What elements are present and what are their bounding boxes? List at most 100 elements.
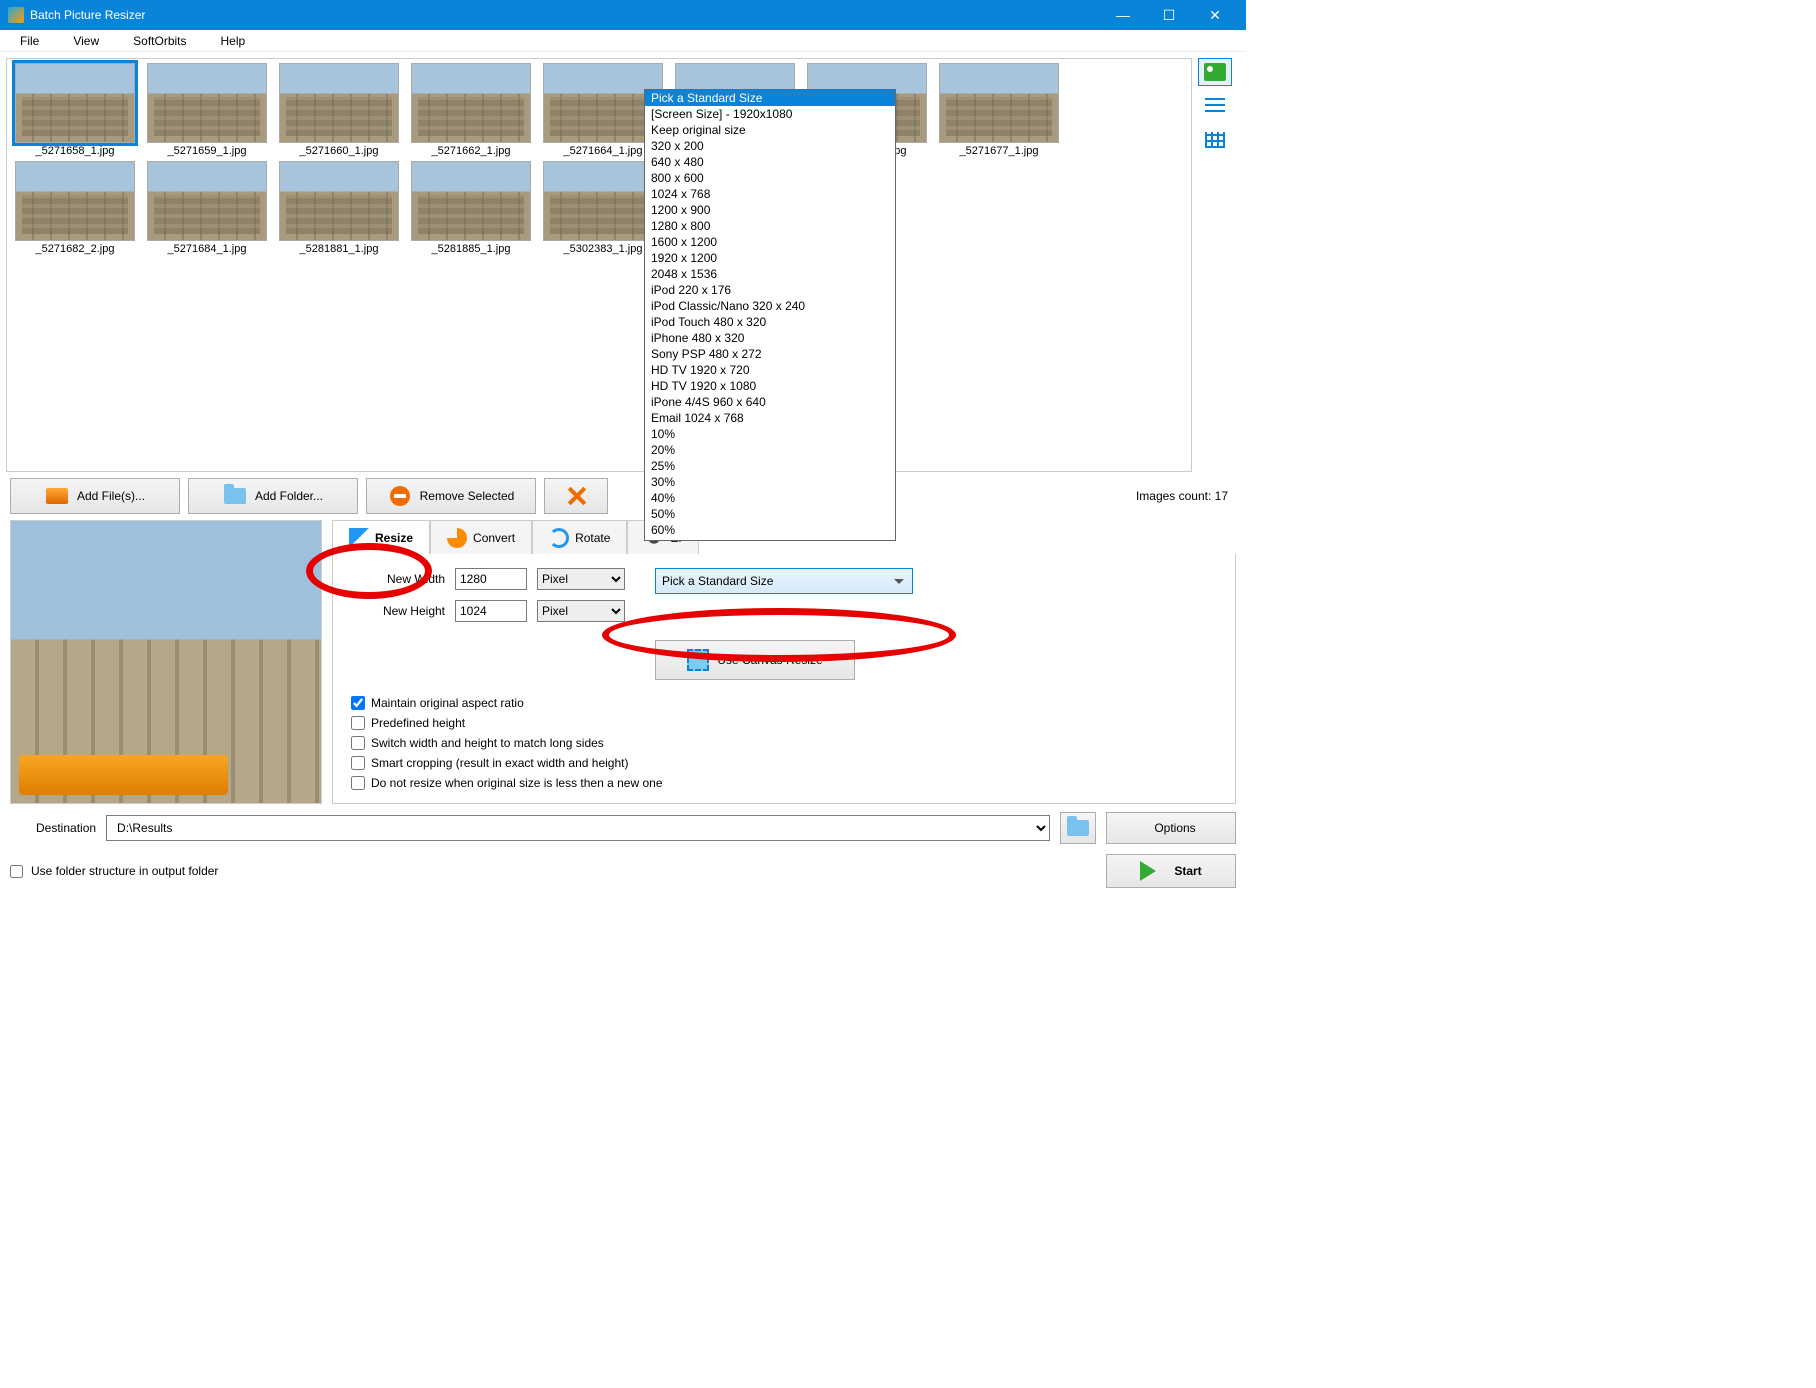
predefined-height-label: Predefined height — [371, 716, 465, 730]
standard-size-option[interactable]: 40% — [645, 490, 895, 506]
add-folder-button[interactable]: Add Folder... — [188, 478, 358, 514]
minimize-button[interactable]: — — [1100, 0, 1146, 30]
switch-dimensions-checkbox[interactable] — [351, 736, 365, 750]
standard-size-option[interactable]: 640 x 480 — [645, 154, 895, 170]
thumbnail-grid[interactable]: _5271658_1.jpg _5271659_1.jpg_5271660_1.j… — [6, 58, 1192, 472]
standard-size-option[interactable]: Email 1024 x 768 — [645, 410, 895, 426]
images-count: Images count: 17 — [1136, 489, 1228, 503]
x-icon — [565, 485, 587, 507]
clear-all-button[interactable] — [544, 478, 608, 514]
menu-softorbits[interactable]: SoftOrbits — [117, 32, 202, 50]
switch-dimensions-label: Switch width and height to match long si… — [371, 736, 604, 750]
standard-size-option[interactable]: HD TV 1920 x 720 — [645, 362, 895, 378]
new-height-input[interactable] — [455, 600, 527, 622]
resize-panel: New Width Pixel New Height Pixel Pick a … — [332, 554, 1236, 804]
no-enlarge-checkbox[interactable] — [351, 776, 365, 790]
menu-file[interactable]: File — [4, 32, 55, 50]
app-icon — [8, 7, 24, 23]
folder-icon — [1067, 820, 1089, 836]
standard-size-option[interactable]: 60% — [645, 522, 895, 538]
view-thumbnails-button[interactable] — [1198, 58, 1232, 86]
thumbnail-item[interactable]: _5271682_2.jpg — [11, 161, 139, 255]
standard-size-option[interactable]: 50% — [645, 506, 895, 522]
add-files-button[interactable]: Add File(s)... — [10, 478, 180, 514]
thumbnail-filename: _5271677_1.jpg — [935, 145, 1063, 157]
menu-help[interactable]: Help — [205, 32, 262, 50]
standard-size-option[interactable]: 30% — [645, 474, 895, 490]
standard-size-option[interactable]: iPod Classic/Nano 320 x 240 — [645, 298, 895, 314]
thumbnail-item[interactable]: _5271677_1.jpg — [935, 63, 1063, 157]
standard-size-option[interactable]: 10% — [645, 426, 895, 442]
standard-size-option[interactable]: 1200 x 900 — [645, 202, 895, 218]
standard-size-option[interactable]: iPod 220 x 176 — [645, 282, 895, 298]
thumbnail-item[interactable]: _5271662_1.jpg — [407, 63, 535, 157]
predefined-height-checkbox[interactable] — [351, 716, 365, 730]
standard-size-listbox[interactable]: Pick a Standard Size[Screen Size] - 1920… — [644, 89, 896, 541]
remove-selected-button[interactable]: Remove Selected — [366, 478, 536, 514]
width-unit-select[interactable]: Pixel — [537, 568, 625, 590]
standard-size-option[interactable]: Keep original size — [645, 122, 895, 138]
start-button[interactable]: Start — [1106, 854, 1236, 888]
thumbnail-image — [147, 161, 267, 241]
thumbnail-image — [279, 63, 399, 143]
standard-size-option[interactable]: 20% — [645, 442, 895, 458]
browse-destination-button[interactable] — [1060, 812, 1096, 844]
standard-size-option[interactable]: 70% — [645, 538, 895, 541]
thumbnail-item[interactable]: _5281881_1.jpg — [275, 161, 403, 255]
start-label: Start — [1174, 864, 1201, 878]
standard-size-option[interactable]: 800 x 600 — [645, 170, 895, 186]
standard-size-option[interactable]: iPod Touch 480 x 320 — [645, 314, 895, 330]
list-icon — [1205, 98, 1225, 114]
standard-size-dropdown[interactable]: Pick a Standard Size — [655, 568, 913, 594]
rotate-icon — [549, 528, 569, 548]
options-label: Options — [1154, 821, 1195, 835]
standard-size-option[interactable]: Pick a Standard Size — [645, 90, 895, 106]
options-button[interactable]: Options — [1106, 812, 1236, 844]
standard-size-option[interactable]: iPone 4/4S 960 x 640 — [645, 394, 895, 410]
standard-size-option[interactable]: 25% — [645, 458, 895, 474]
thumbnail-item[interactable]: _5271659_1.jpg — [143, 63, 271, 157]
standard-size-option[interactable]: 1600 x 1200 — [645, 234, 895, 250]
thumbnail-image — [411, 161, 531, 241]
maintain-aspect-checkbox[interactable] — [351, 696, 365, 710]
menu-view[interactable]: View — [57, 32, 115, 50]
smart-cropping-label: Smart cropping (result in exact width an… — [371, 756, 628, 770]
thumbnail-item[interactable]: _5271660_1.jpg — [275, 63, 403, 157]
standard-size-option[interactable]: Sony PSP 480 x 272 — [645, 346, 895, 362]
standard-size-option[interactable]: [Screen Size] - 1920x1080 — [645, 106, 895, 122]
view-details-button[interactable] — [1198, 126, 1232, 154]
remove-selected-label: Remove Selected — [420, 489, 515, 503]
thumbnail-filename: _5271684_1.jpg — [143, 243, 271, 255]
standard-size-option[interactable]: 1280 x 800 — [645, 218, 895, 234]
thumbnail-filename: _5271662_1.jpg — [407, 145, 535, 157]
standard-size-option[interactable]: 1920 x 1200 — [645, 250, 895, 266]
view-list-button[interactable] — [1198, 92, 1232, 120]
thumbnail-filename: _5271658_1.jpg — [11, 145, 139, 157]
thumbnail-item[interactable]: _5281885_1.jpg — [407, 161, 535, 255]
smart-cropping-checkbox[interactable] — [351, 756, 365, 770]
standard-size-option[interactable]: HD TV 1920 x 1080 — [645, 378, 895, 394]
standard-size-option[interactable]: 320 x 200 — [645, 138, 895, 154]
tab-rotate[interactable]: Rotate — [532, 520, 627, 554]
use-canvas-resize-button[interactable]: Use Canvas Resize — [655, 640, 855, 680]
standard-size-option[interactable]: 1024 x 768 — [645, 186, 895, 202]
thumbnail-item[interactable]: _5271658_1.jpg — [11, 63, 139, 157]
height-unit-select[interactable]: Pixel — [537, 600, 625, 622]
folder-structure-checkbox[interactable] — [10, 865, 23, 878]
preview-image — [10, 520, 322, 804]
remove-icon — [390, 486, 410, 506]
standard-size-value: Pick a Standard Size — [662, 574, 773, 588]
destination-select[interactable]: D:\Results — [106, 815, 1050, 841]
thumbnail-item[interactable]: _5271684_1.jpg — [143, 161, 271, 255]
standard-size-option[interactable]: iPhone 480 x 320 — [645, 330, 895, 346]
standard-size-option[interactable]: 2048 x 1536 — [645, 266, 895, 282]
folder-structure-label: Use folder structure in output folder — [31, 864, 218, 878]
maximize-button[interactable]: ☐ — [1146, 0, 1192, 30]
new-width-input[interactable] — [455, 568, 527, 590]
new-width-label: New Width — [351, 572, 445, 586]
tab-resize[interactable]: Resize — [332, 520, 430, 554]
close-button[interactable]: ✕ — [1192, 0, 1238, 30]
tab-convert[interactable]: Convert — [430, 520, 532, 554]
resize-icon — [349, 528, 369, 548]
new-height-label: New Height — [351, 604, 445, 618]
